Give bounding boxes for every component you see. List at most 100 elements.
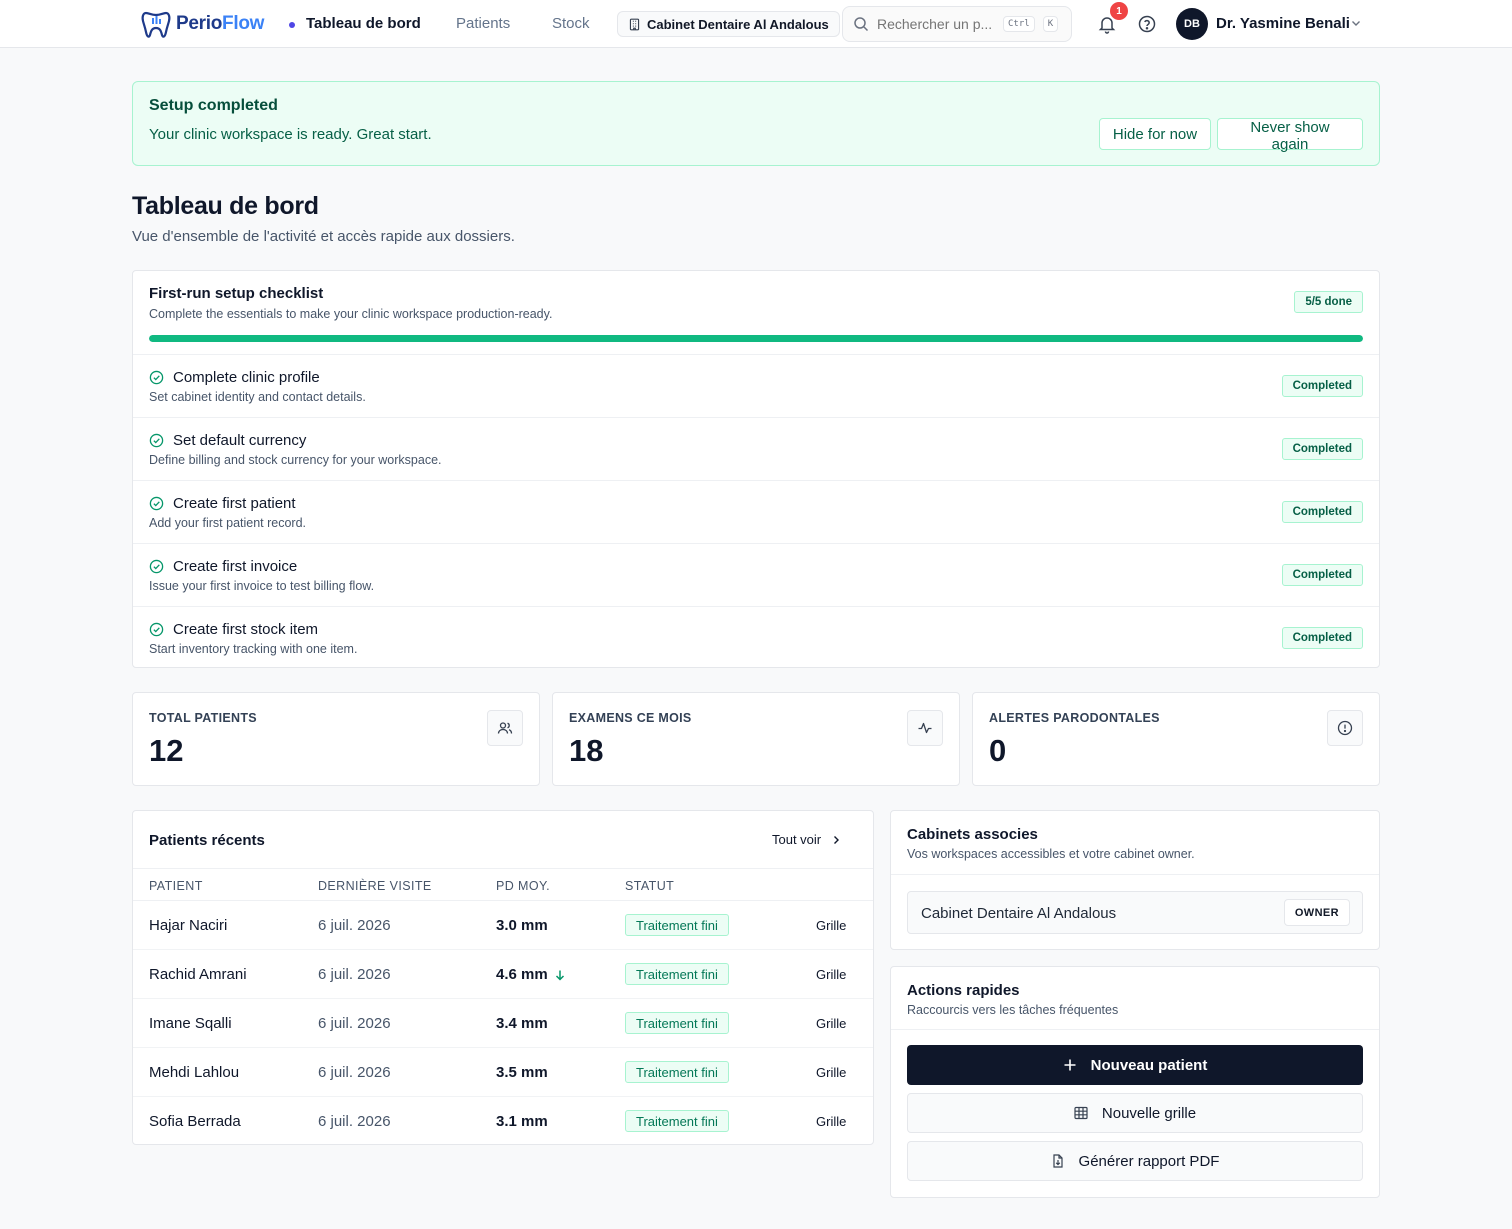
checklist-item: Set default currency Define billing and … [133, 417, 1379, 480]
stat-card-perio-alerts: ALERTES PARODONTALES 0 [972, 692, 1380, 786]
grid-link[interactable]: Grille [816, 918, 846, 933]
generate-pdf-label: Générer rapport PDF [1078, 1152, 1220, 1170]
status-badge: Completed [1281, 501, 1363, 523]
stat-value: 12 [149, 733, 184, 768]
users-icon [497, 722, 513, 734]
file-download-icon [1052, 1154, 1063, 1168]
clinic-selector[interactable]: Cabinet Dentaire Al Andalous [617, 11, 840, 37]
grid-link[interactable]: Grille [816, 1114, 846, 1129]
checklist-item-label: Create first patient [173, 495, 296, 512]
top-navbar: PerioFlow Tableau de bord Patients Stock… [0, 0, 1512, 48]
table-row[interactable]: Sofia Berrada 6 juil. 2026 3.1 mm Traite… [133, 1097, 873, 1146]
pd-value: 4.6 mm [496, 966, 548, 983]
grid-link[interactable]: Grille [816, 967, 846, 982]
check-circle-icon [149, 622, 164, 637]
never-show-again-button[interactable]: Never show again [1217, 118, 1363, 153]
page-title: Tableau de bord [132, 192, 319, 220]
pd-value: 3.4 mm [496, 1015, 548, 1032]
user-name[interactable]: Dr. Yasmine Benali [1216, 15, 1350, 32]
stat-card-total-patients: TOTAL PATIENTS 12 [132, 692, 540, 786]
status-badge: Completed [1281, 375, 1363, 397]
last-visit: 6 juil. 2026 [318, 917, 391, 934]
pd-average: 3.4 mm [496, 1015, 548, 1032]
quick-actions-card: Actions rapides Raccourcis vers les tâch… [890, 966, 1380, 1198]
column-header: DERNIÈRE VISITE [318, 879, 432, 893]
divider [891, 874, 1379, 875]
role-badge: OWNER [1283, 899, 1350, 926]
alert-circle-icon [1337, 720, 1353, 736]
chevron-down-icon[interactable] [1350, 17, 1362, 29]
status-badge: Completed [1281, 627, 1363, 649]
see-all-link[interactable]: Tout voir [772, 832, 841, 847]
new-grid-label: Nouvelle grille [1101, 1104, 1197, 1122]
building-icon [629, 18, 640, 30]
banner-title: Setup completed [149, 97, 278, 114]
status-badge: Completed [1281, 564, 1363, 586]
nav-stock[interactable]: Stock [552, 15, 590, 32]
checklist-item-desc: Add your first patient record. [149, 516, 307, 530]
clinic-selector-label: Cabinet Dentaire Al Andalous [647, 16, 829, 32]
search-box[interactable]: Ctrl K [842, 6, 1072, 42]
pd-value: 3.0 mm [496, 917, 548, 934]
table-row[interactable]: Imane Sqalli 6 juil. 2026 3.4 mm Traitem… [133, 999, 873, 1048]
checklist-item-desc: Issue your first invoice to test billing… [149, 579, 375, 593]
stat-label: ALERTES PARODONTALES [989, 711, 1160, 725]
check-circle-icon [149, 496, 164, 511]
app-logo[interactable]: PerioFlow [140, 8, 264, 40]
checklist-item-desc: Define billing and stock currency for yo… [149, 453, 442, 467]
table-row[interactable]: Mehdi Lahlou 6 juil. 2026 3.5 mm Traitem… [133, 1048, 873, 1097]
grid-link[interactable]: Grille [816, 1016, 846, 1031]
search-icon [854, 17, 869, 32]
clinic-name: Cabinet Dentaire Al Andalous [921, 905, 1117, 922]
checklist-item-label: Set default currency [173, 432, 307, 449]
last-visit: 6 juil. 2026 [318, 1015, 391, 1032]
help-icon[interactable] [1137, 14, 1157, 34]
checklist-item-label: Create first invoice [173, 558, 298, 575]
search-input[interactable] [877, 16, 995, 32]
recent-patients-title: Patients récents [149, 832, 265, 849]
table-header: PATIENT DERNIÈRE VISITE PD MOY. STATUT [133, 868, 873, 901]
shortcut-k: K [1042, 16, 1059, 32]
plus-icon [1064, 1059, 1076, 1071]
stat-card-exams-month: EXAMENS CE MOIS 18 [552, 692, 960, 786]
activity-icon [918, 722, 932, 734]
status-badge: Traitement fini [625, 914, 729, 936]
patient-name: Rachid Amrani [149, 966, 247, 983]
logo-text-perio: Perio [176, 13, 223, 34]
chevron-right-icon [834, 835, 840, 844]
check-circle-icon [149, 433, 164, 448]
logo-text-flow: Flow [222, 13, 265, 34]
table-row[interactable]: Hajar Naciri 6 juil. 2026 3.0 mm Traitem… [133, 901, 873, 950]
pd-value: 3.5 mm [496, 1064, 548, 1081]
new-grid-button[interactable]: Nouvelle grille [907, 1093, 1363, 1133]
user-avatar[interactable]: DB [1176, 8, 1208, 40]
last-visit: 6 juil. 2026 [318, 1064, 391, 1081]
nav-patients[interactable]: Patients [456, 15, 510, 32]
status-badge: Traitement fini [625, 1110, 729, 1132]
patient-name: Imane Sqalli [149, 1015, 232, 1032]
hide-for-now-button[interactable]: Hide for now [1099, 118, 1211, 150]
pd-value: 3.1 mm [496, 1113, 548, 1130]
column-header: PATIENT [149, 879, 203, 893]
associated-clinics-subtitle: Vos workspaces accessibles et votre cabi… [907, 847, 1195, 861]
grid-link[interactable]: Grille [816, 1065, 846, 1080]
generate-pdf-button[interactable]: Générer rapport PDF [907, 1141, 1363, 1181]
nav-tableau-de-bord[interactable]: Tableau de bord [306, 15, 421, 32]
quick-actions-title: Actions rapides [907, 982, 1020, 999]
checklist-subtitle: Complete the essentials to make your cli… [149, 307, 553, 321]
setup-checklist-card: First-run setup checklist Complete the e… [132, 270, 1380, 668]
checklist-title: First-run setup checklist [149, 285, 324, 302]
page-subtitle: Vue d'ensemble de l'activité et accès ra… [132, 228, 515, 245]
clinic-list-item[interactable]: Cabinet Dentaire Al Andalous OWNER [907, 891, 1363, 934]
new-patient-label: Nouveau patient [1090, 1056, 1208, 1074]
status-badge: Traitement fini [625, 963, 729, 985]
new-patient-button[interactable]: Nouveau patient [907, 1045, 1363, 1085]
last-visit: 6 juil. 2026 [318, 1113, 391, 1130]
banner-text: Your clinic workspace is ready. Great st… [149, 126, 432, 143]
column-header: STATUT [625, 879, 675, 893]
table-row[interactable]: Rachid Amrani 6 juil. 2026 4.6 mm Traite… [133, 950, 873, 999]
shortcut-ctrl: Ctrl [1003, 16, 1035, 32]
stat-label: EXAMENS CE MOIS [569, 711, 692, 725]
pd-average: 4.6 mm [496, 966, 566, 983]
stat-value: 0 [989, 733, 1007, 768]
